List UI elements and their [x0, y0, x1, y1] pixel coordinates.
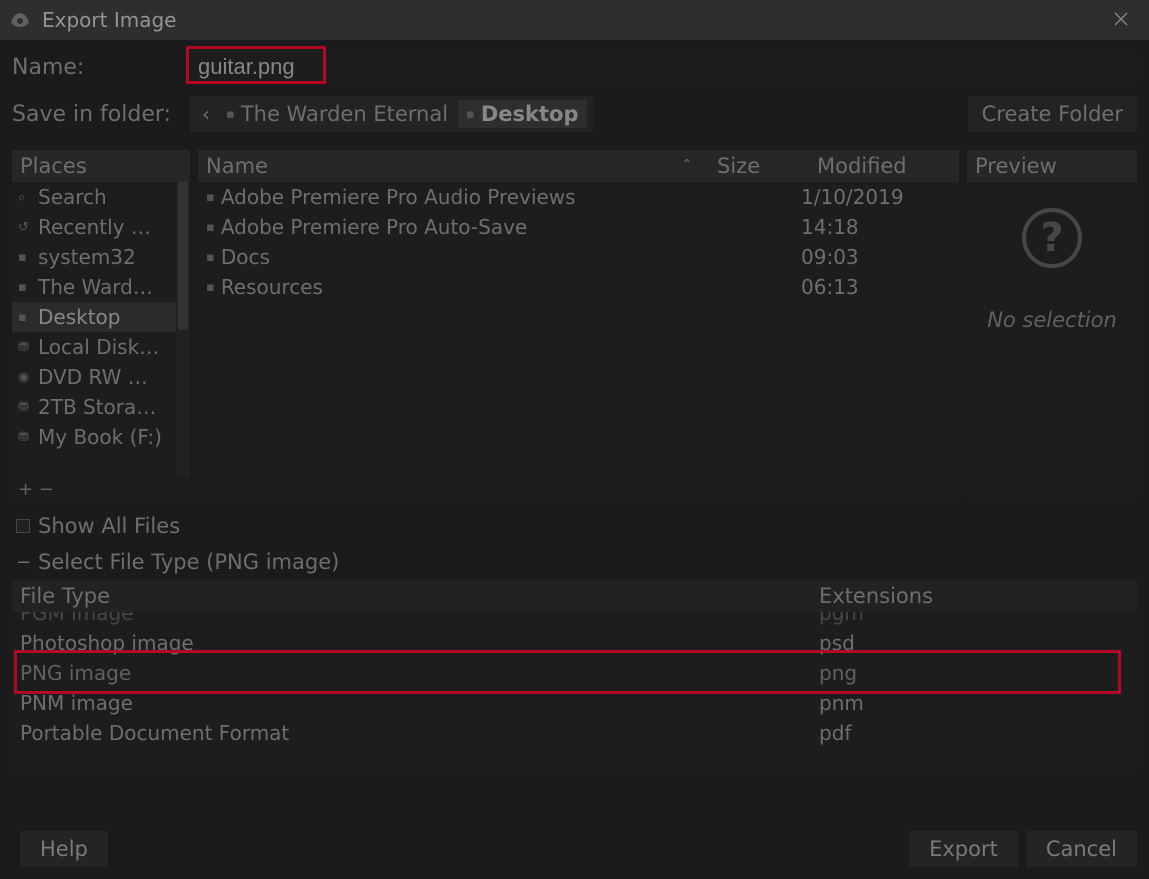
sort-asc-icon: ˆ — [683, 157, 701, 176]
column-name[interactable]: Name ˆ — [198, 150, 709, 182]
app-icon — [8, 8, 32, 32]
show-all-files-toggle[interactable]: Show All Files — [12, 514, 1137, 538]
places-item-2tb[interactable]: ⛃2TB Stora… — [12, 392, 190, 422]
places-item-system32[interactable]: ▪system32 — [12, 242, 190, 272]
file-rows: ▪Adobe Premiere Pro Audio Previews 1/10/… — [198, 182, 959, 502]
folder-icon: ▪ — [206, 250, 215, 265]
select-file-type-label: Select File Type (PNG image) — [38, 550, 339, 574]
file-row[interactable]: ▪Adobe Premiere Pro Audio Previews 1/10/… — [198, 182, 959, 212]
export-button[interactable]: Export — [909, 831, 1018, 867]
create-folder-button[interactable]: Create Folder — [968, 96, 1137, 132]
places-item-search[interactable]: ⌕Search — [12, 182, 190, 212]
file-row[interactable]: ▪Adobe Premiere Pro Auto-Save 14:18 — [198, 212, 959, 242]
places-add-remove[interactable]: + − — [12, 477, 190, 502]
recent-icon: ↺ — [18, 220, 32, 235]
name-label: Name: — [12, 55, 190, 80]
drive-icon: ⛃ — [18, 400, 32, 415]
file-type-body: PGM image pgm Photoshop image psd PNG im… — [12, 612, 1137, 772]
file-type-row[interactable]: PGM image pgm — [12, 612, 1137, 628]
search-icon: ⌕ — [18, 190, 32, 205]
file-type-row-png[interactable]: PNG image png — [12, 658, 1137, 688]
question-icon: ? — [1022, 208, 1082, 268]
column-file-type[interactable]: File Type — [20, 584, 819, 608]
select-file-type-expander[interactable]: − Select File Type (PNG image) — [12, 550, 1137, 574]
drive-icon: ⛃ — [18, 430, 32, 445]
titlebar: Export Image — [0, 0, 1149, 40]
places-item-dvd[interactable]: ◉DVD RW … — [12, 362, 190, 392]
file-type-row[interactable]: PNM image pnm — [12, 688, 1137, 718]
file-type-row[interactable]: Portable Document Format pdf — [12, 718, 1137, 748]
places-header: Places — [12, 150, 190, 182]
folder-icon: ▪ — [206, 220, 215, 235]
help-button[interactable]: Help — [20, 831, 108, 867]
folder-row: Save in folder: ‹ ▪ The Warden Eternal ▪… — [12, 96, 1137, 132]
file-row[interactable]: ▪Resources 06:13 — [198, 272, 959, 302]
folder-icon: ▪ — [18, 310, 32, 325]
filelist-panel: Name ˆ Size Modified ▪Adobe Premiere Pro… — [198, 150, 959, 502]
close-icon[interactable] — [1101, 8, 1141, 32]
drive-icon: ⛃ — [18, 340, 32, 355]
panels: Places ⌕Search ↺Recently … ▪system32 ▪Th… — [12, 150, 1137, 502]
folder-icon: ▪ — [18, 280, 32, 295]
minus-icon: − — [16, 552, 30, 573]
show-all-label: Show All Files — [38, 514, 180, 538]
disc-icon: ◉ — [18, 370, 32, 385]
column-modified[interactable]: Modified — [809, 150, 959, 182]
checkbox-icon — [16, 519, 30, 533]
places-item-localdisk[interactable]: ⛃Local Disk… — [12, 332, 190, 362]
places-item-mybook[interactable]: ⛃My Book (F:) — [12, 422, 190, 452]
folder-icon: ▪ — [18, 250, 32, 265]
cancel-button[interactable]: Cancel — [1026, 831, 1137, 867]
places-item-recent[interactable]: ↺Recently … — [12, 212, 190, 242]
file-type-table: File Type Extensions PGM image pgm Photo… — [12, 580, 1137, 772]
places-list: ⌕Search ↺Recently … ▪system32 ▪The Ward…… — [12, 182, 190, 477]
folder-icon: ▪ — [466, 107, 475, 122]
places-item-desktop[interactable]: ▪Desktop — [12, 302, 190, 332]
file-type-row[interactable]: Photoshop image psd — [12, 628, 1137, 658]
file-row[interactable]: ▪Docs 09:03 — [198, 242, 959, 272]
folder-icon: ▪ — [226, 107, 235, 122]
preview-header: Preview — [967, 150, 1137, 182]
breadcrumb-segment-current[interactable]: ▪ Desktop — [458, 100, 586, 128]
bottom-bar: Help Export Cancel — [12, 831, 1137, 867]
filename-input[interactable] — [190, 50, 1137, 84]
folder-icon: ▪ — [206, 280, 215, 295]
places-scrollbar[interactable] — [176, 182, 190, 477]
name-row: Name: — [12, 50, 1137, 84]
column-size[interactable]: Size — [709, 150, 809, 182]
folder-icon: ▪ — [206, 190, 215, 205]
breadcrumb-label: The Warden Eternal — [241, 102, 448, 126]
preview-panel: Preview ? No selection — [967, 150, 1137, 502]
column-extensions[interactable]: Extensions — [819, 584, 1129, 608]
breadcrumb: ‹ ▪ The Warden Eternal ▪ Desktop — [190, 96, 593, 132]
filelist-header: Name ˆ Size Modified — [198, 150, 959, 182]
breadcrumb-back-icon[interactable]: ‹ — [196, 102, 216, 126]
preview-no-selection: No selection — [987, 308, 1117, 332]
folder-label: Save in folder: — [12, 102, 190, 127]
window-title: Export Image — [42, 8, 1101, 32]
breadcrumb-label: Desktop — [481, 102, 579, 126]
file-type-header: File Type Extensions — [12, 580, 1137, 612]
places-panel: Places ⌕Search ↺Recently … ▪system32 ▪Th… — [12, 150, 190, 502]
breadcrumb-segment[interactable]: ▪ The Warden Eternal — [218, 100, 456, 128]
places-item-warden[interactable]: ▪The Ward… — [12, 272, 190, 302]
